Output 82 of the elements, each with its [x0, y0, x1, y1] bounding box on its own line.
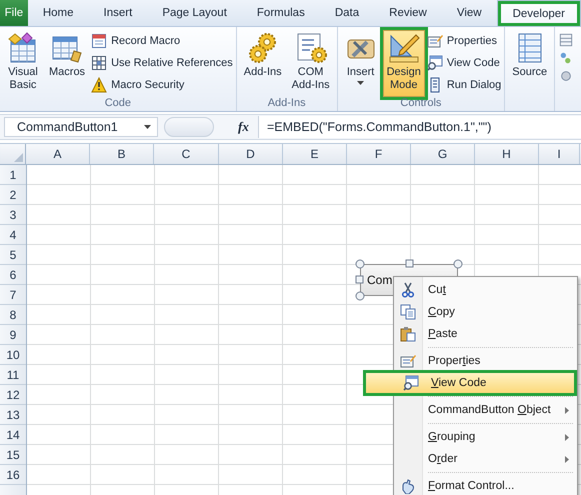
row-header[interactable]: 12 — [0, 385, 26, 405]
group-label: Controls — [399, 97, 442, 111]
ribbon-small-button[interactable]: Record Macro — [91, 31, 233, 50]
checklist-gear-icon — [294, 32, 327, 64]
menu-item[interactable]: Order — [394, 448, 577, 470]
ribbon-small-button[interactable]: Run Dialog — [426, 75, 502, 94]
ribbon-button[interactable]: Source — [508, 30, 552, 97]
ribbon-tab[interactable]: Page Layout — [147, 0, 242, 26]
select-all-icon — [14, 153, 23, 162]
ribbon-button[interactable]: Macros — [45, 30, 90, 97]
ribbon-tab[interactable]: Formulas — [242, 0, 320, 26]
name-box[interactable]: CommandButton1 — [4, 117, 158, 137]
formula-bar-handle[interactable] — [164, 117, 214, 137]
menu-item[interactable]: Paste — [394, 323, 577, 345]
warning-icon — [91, 76, 108, 92]
ribbon-tab[interactable]: Home — [28, 0, 89, 26]
formula-field[interactable]: =EMBED("Forms.CommandButton.1","") — [258, 116, 581, 138]
column-header[interactable]: D — [219, 144, 283, 164]
name-box-text: CommandButton1 — [17, 120, 118, 134]
column-header[interactable]: E — [283, 144, 347, 164]
selection-handles-drawing[interactable] — [355, 259, 463, 301]
column-header[interactable]: I — [539, 144, 580, 164]
window-magnifier-icon — [426, 54, 443, 70]
column-header[interactable]: H — [475, 144, 539, 164]
row-header[interactable]: 4 — [0, 225, 26, 245]
ribbon-tab[interactable]: Review — [374, 0, 442, 26]
column-header[interactable]: F — [347, 144, 411, 164]
grid-icon — [559, 33, 574, 47]
menu-item[interactable]: Format Control... — [394, 475, 577, 495]
menu-item[interactable]: Copy — [394, 301, 577, 323]
row-header[interactable]: 15 — [0, 445, 26, 465]
row-header[interactable]: 3 — [0, 205, 26, 225]
ribbon-small-button[interactable]: Use Relative References — [91, 53, 233, 72]
ribbon-tab[interactable]: Insert — [88, 0, 148, 26]
scissors-icon — [400, 282, 416, 298]
caret-icon — [144, 125, 151, 129]
ribbon-tab[interactable]: View — [442, 0, 497, 26]
row-header[interactable]: 1 — [0, 165, 26, 185]
row-header[interactable]: 8 — [0, 305, 26, 325]
column-header[interactable]: G — [411, 144, 475, 164]
group-label: Code — [104, 97, 132, 111]
sheet-record-icon — [91, 32, 108, 48]
file-tab[interactable]: File — [0, 0, 28, 26]
menu-item[interactable]: Properties — [394, 350, 577, 372]
row-header[interactable]: 14 — [0, 425, 26, 445]
menu-item[interactable]: View Code — [363, 370, 577, 396]
row-header[interactable]: 16 — [0, 465, 26, 485]
row-header[interactable]: 7 — [0, 285, 26, 305]
row-header[interactable]: 6 — [0, 265, 26, 285]
column-header[interactable]: B — [90, 144, 154, 164]
ribbon-button[interactable]: Add-Ins — [240, 30, 286, 97]
ribbon-button[interactable]: Design Mode — [382, 30, 425, 97]
ribbon-small-button[interactable]: View Code — [426, 53, 502, 72]
disc-icon — [559, 69, 574, 83]
ribbon-small-button[interactable]: Macro Security — [91, 75, 233, 94]
ribbon-tab[interactable]: Data — [320, 0, 374, 26]
row-header[interactable]: 11 — [0, 365, 26, 385]
clipboard-icon — [400, 326, 416, 342]
card-pencil-icon — [426, 32, 443, 48]
ribbon-button[interactable]: Insert — [340, 30, 381, 97]
group-label: Add-Ins — [266, 97, 307, 111]
window-magnifier-icon — [403, 375, 419, 391]
menu-item[interactable]: CommandButton Object — [394, 399, 577, 421]
grid-icon — [91, 54, 108, 70]
column-header[interactable]: C — [154, 144, 219, 164]
row-header[interactable]: 2 — [0, 185, 26, 205]
row-header[interactable]: 10 — [0, 345, 26, 365]
ruler-pencil-icon — [388, 32, 420, 64]
ribbon-button[interactable]: Visual Basic — [3, 30, 43, 97]
card-pencil-icon — [400, 353, 416, 369]
copy-icon — [400, 304, 416, 320]
ribbon-small-button[interactable]: Properties — [426, 31, 502, 50]
ribbon-tab[interactable]: Developer — [496, 0, 581, 26]
menu-item[interactable]: Cut — [394, 279, 577, 301]
row-header[interactable]: 5 — [0, 245, 26, 265]
gears-icon — [246, 32, 279, 64]
menu-item[interactable]: Grouping — [394, 426, 577, 448]
ribbon-button[interactable]: COM Add-Ins — [288, 30, 334, 97]
row-header[interactable]: 13 — [0, 405, 26, 425]
insert-function-button[interactable]: fx — [238, 119, 258, 135]
row-header[interactable]: 9 — [0, 325, 26, 345]
column-header[interactable]: A — [26, 144, 90, 164]
